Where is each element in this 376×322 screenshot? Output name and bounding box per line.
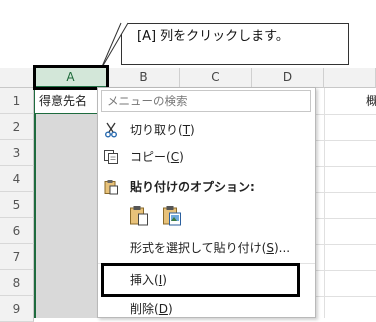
menu-item-cut[interactable]: 切り取り(T) <box>98 117 315 143</box>
menu-item-delete[interactable]: 削除(D) <box>98 296 315 322</box>
column-header-d[interactable]: D <box>252 68 324 88</box>
copy-icon <box>104 150 118 164</box>
callout-text: [A] 列をクリックします。 <box>137 29 289 44</box>
row-header-2[interactable]: 2 <box>0 114 34 140</box>
menu-paste-options-header: 貼り付けのオプション: <box>98 174 315 200</box>
paste-options-label: 貼り付けのオプション: <box>130 180 255 194</box>
delete-accesskey: D <box>158 302 168 316</box>
scissors-icon <box>105 122 117 138</box>
copy-label: コピー( <box>130 150 171 164</box>
column-header-e[interactable] <box>324 68 376 88</box>
insert-highlight-box <box>101 263 300 297</box>
column-header-c[interactable]: C <box>180 68 252 88</box>
cell-e1-text: 概 <box>366 94 376 108</box>
paste-special-label: 形式を選択して貼り付け( <box>130 241 267 255</box>
grid-line <box>324 88 325 318</box>
row-header-9[interactable]: 9 <box>0 296 34 322</box>
row-header-5[interactable]: 5 <box>0 192 34 218</box>
delete-label: 削除( <box>130 302 159 316</box>
cut-accesskey: T <box>182 123 191 137</box>
select-all-corner[interactable] <box>0 68 34 88</box>
paste-as-picture-icon[interactable] <box>162 204 182 226</box>
row-header-4[interactable]: 4 <box>0 166 34 192</box>
delete-label-tail: ) <box>167 302 173 316</box>
cell-e1-partial[interactable]: 概 <box>322 88 376 114</box>
copy-accesskey: C <box>170 150 180 164</box>
clipboard-icon <box>104 180 118 195</box>
row-header-3[interactable]: 3 <box>0 140 34 166</box>
menu-item-paste-special[interactable]: 形式を選択して貼り付け(S)... <box>98 235 315 261</box>
paste-special-accesskey: S <box>266 241 274 255</box>
menu-item-copy[interactable]: コピー(C) <box>98 144 315 170</box>
row-header-7[interactable]: 7 <box>0 244 34 270</box>
column-header-b[interactable]: B <box>108 68 180 88</box>
cut-label: 切り取り( <box>130 123 183 137</box>
paste-special-label-tail: )... <box>273 241 291 255</box>
copy-label-tail: ) <box>179 150 184 164</box>
row-header-6[interactable]: 6 <box>0 218 34 244</box>
row-header-1[interactable]: 1 <box>0 88 34 114</box>
paste-icon[interactable] <box>129 204 149 226</box>
cut-label-tail: ) <box>190 123 195 137</box>
menu-search-input[interactable]: メニューの検索 <box>101 90 311 112</box>
row-header-8[interactable]: 8 <box>0 270 34 296</box>
